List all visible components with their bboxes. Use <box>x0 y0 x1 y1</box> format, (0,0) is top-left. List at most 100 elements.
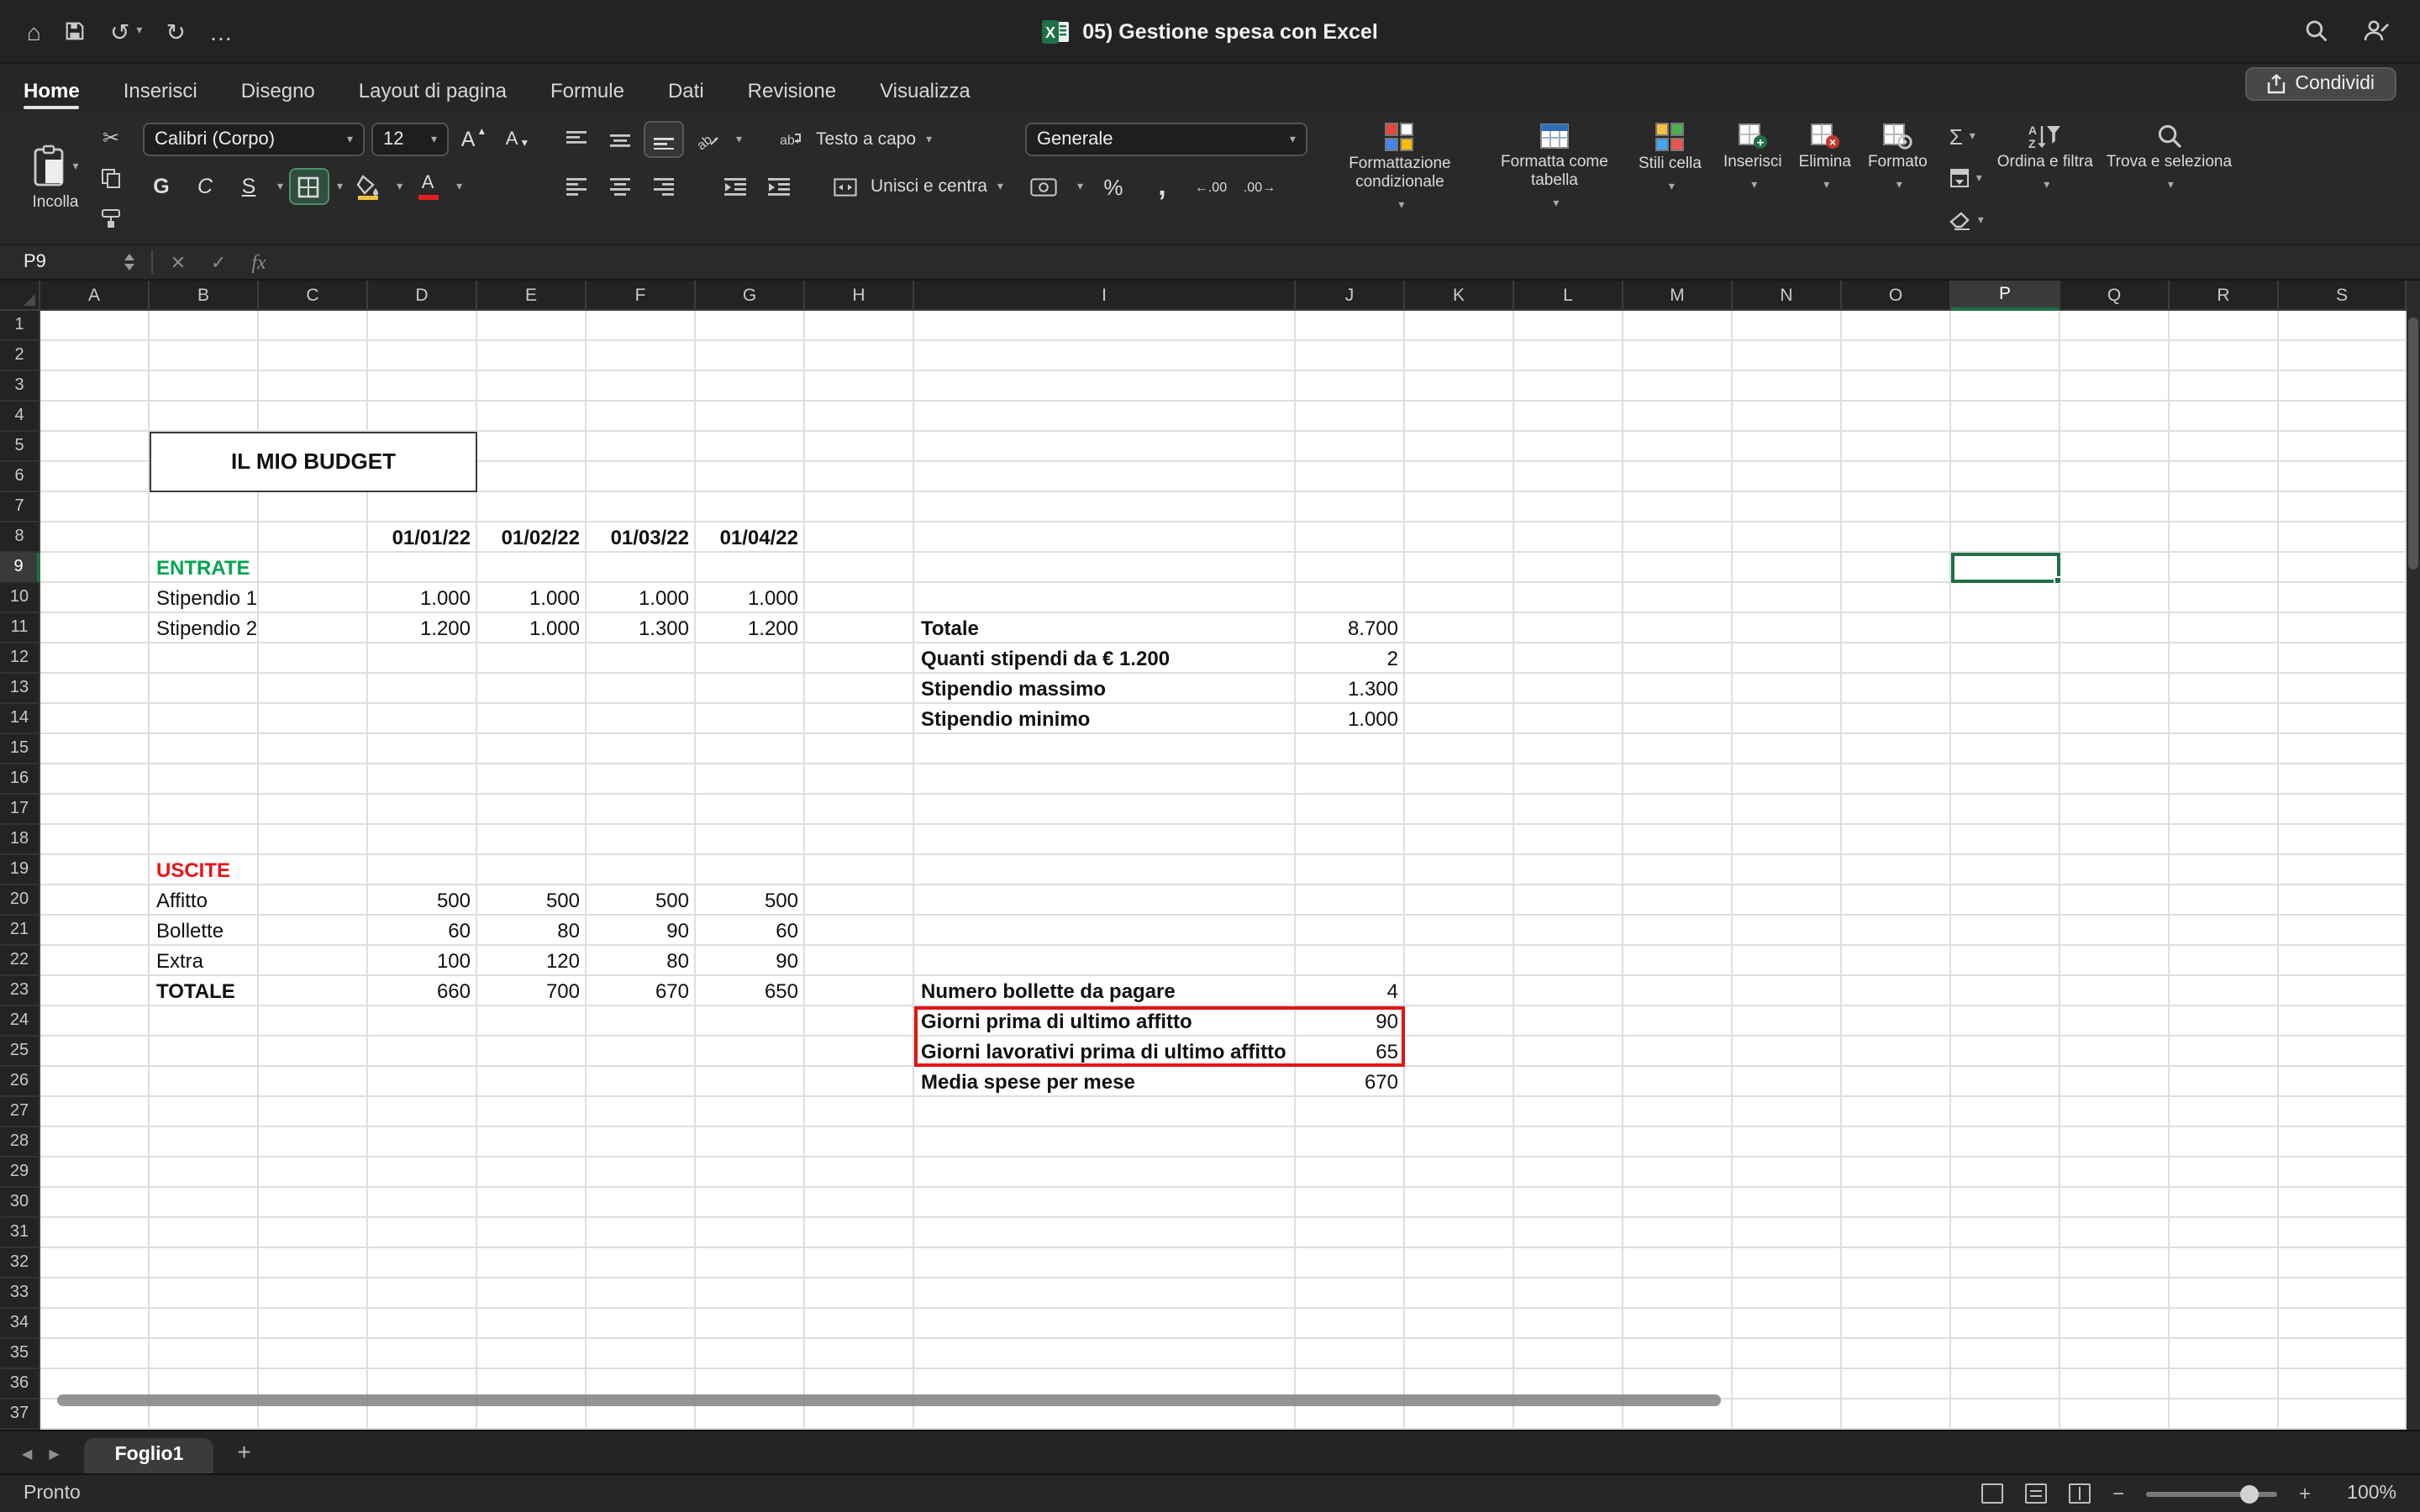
confirm-entry-button[interactable]: ✓ <box>203 251 234 273</box>
underline-button[interactable]: S <box>230 170 267 203</box>
cell-E21[interactable]: 80 <box>477 916 587 946</box>
cell-B20[interactable]: Affitto <box>150 885 259 916</box>
save-icon[interactable] <box>65 20 87 42</box>
wrap-text-icon[interactable]: ab <box>772 123 809 156</box>
copy-button[interactable] <box>101 163 121 193</box>
column-header-P[interactable]: P <box>1951 281 2060 311</box>
cell-G11[interactable]: 1.200 <box>696 613 805 643</box>
underline-caret-icon[interactable]: ▾ <box>277 180 283 193</box>
column-header-A[interactable]: A <box>40 281 150 311</box>
zoom-slider[interactable] <box>2146 1491 2277 1496</box>
column-header-D[interactable]: D <box>368 281 477 311</box>
normal-view-icon[interactable] <box>1981 1483 2003 1504</box>
paste-button[interactable]: ▾ Incolla <box>17 119 94 237</box>
page-break-view-icon[interactable] <box>2069 1483 2091 1504</box>
formula-input[interactable] <box>284 249 2407 276</box>
currency-button[interactable] <box>1025 170 1062 203</box>
row-header-23[interactable]: 23 <box>0 976 40 1006</box>
cell-G21[interactable]: 60 <box>696 916 805 946</box>
zoom-slider-knob[interactable] <box>2240 1484 2259 1503</box>
row-header-10[interactable]: 10 <box>0 583 40 613</box>
cut-button[interactable]: ✂ <box>101 123 121 153</box>
tab-disegno[interactable]: Disegno <box>241 79 315 111</box>
row-header-20[interactable]: 20 <box>0 885 40 916</box>
cell-B11[interactable]: Stipendio 2 <box>150 613 259 643</box>
cell-B23[interactable]: TOTALE <box>150 976 259 1006</box>
row-header-33[interactable]: 33 <box>0 1278 40 1309</box>
cell-G23[interactable]: 650 <box>696 976 805 1006</box>
cell-E20[interactable]: 500 <box>477 885 587 916</box>
horizontal-scrollbar[interactable] <box>57 1394 1721 1406</box>
row-header-13[interactable]: 13 <box>0 674 40 704</box>
column-header-M[interactable]: M <box>1623 281 1733 311</box>
column-header-G[interactable]: G <box>696 281 805 311</box>
wrap-text-label[interactable]: Testo a capo <box>816 129 916 150</box>
zoom-in-icon[interactable]: + <box>2299 1482 2311 1505</box>
row-header-15[interactable]: 15 <box>0 734 40 764</box>
borders-caret-icon[interactable]: ▾ <box>337 180 343 193</box>
tab-layout-di-pagina[interactable]: Layout di pagina <box>359 79 507 111</box>
format-as-table-button[interactable]: Formatta come tabella ▾ <box>1484 119 1625 237</box>
cell-I14[interactable]: Stipendio minimo <box>914 704 1296 734</box>
increase-font-size-button[interactable]: A▲ <box>455 123 492 156</box>
font-size-select[interactable]: 12 ▾ <box>371 123 449 156</box>
add-sheet-button[interactable]: + <box>213 1438 271 1473</box>
column-header-F[interactable]: F <box>587 281 696 311</box>
page-layout-view-icon[interactable] <box>2025 1483 2047 1504</box>
search-icon[interactable] <box>2304 18 2329 44</box>
cell-J24[interactable]: 90 <box>1296 1006 1405 1037</box>
row-header-4[interactable]: 4 <box>0 402 40 432</box>
cell-J26[interactable]: 670 <box>1296 1067 1405 1097</box>
currency-caret-icon[interactable]: ▾ <box>1077 180 1083 193</box>
row-header-35[interactable]: 35 <box>0 1339 40 1369</box>
share-button[interactable]: Condividi <box>2244 67 2396 101</box>
cell-F23[interactable]: 670 <box>587 976 696 1006</box>
cell-I25[interactable]: Giorni lavorativi prima di ultimo affitt… <box>914 1037 1296 1067</box>
undo-caret-icon[interactable]: ▾ <box>136 25 142 37</box>
tab-inserisci[interactable]: Inserisci <box>124 79 197 111</box>
row-header-7[interactable]: 7 <box>0 492 40 522</box>
column-header-I[interactable]: I <box>914 281 1296 311</box>
column-header-H[interactable]: H <box>805 281 914 311</box>
cell-B10[interactable]: Stipendio 1 <box>150 583 259 613</box>
cell-I13[interactable]: Stipendio massimo <box>914 674 1296 704</box>
row-header-30[interactable]: 30 <box>0 1188 40 1218</box>
cell-G20[interactable]: 500 <box>696 885 805 916</box>
align-middle-button[interactable] <box>602 123 639 156</box>
column-header-J[interactable]: J <box>1296 281 1405 311</box>
cell-B22[interactable]: Extra <box>150 946 259 976</box>
redo-button[interactable]: ↻ <box>166 19 185 43</box>
vertical-scrollbar[interactable] <box>2407 281 2420 1430</box>
fill-color-button[interactable] <box>350 170 387 203</box>
row-header-24[interactable]: 24 <box>0 1006 40 1037</box>
column-header-L[interactable]: L <box>1514 281 1623 311</box>
clear-button[interactable]: ▾ <box>1949 205 1984 235</box>
cell-G8[interactable]: 01/04/22 <box>696 522 805 553</box>
row-header-21[interactable]: 21 <box>0 916 40 946</box>
italic-button[interactable]: C <box>187 170 224 203</box>
cell-G10[interactable]: 1.000 <box>696 583 805 613</box>
cell-I23[interactable]: Numero bollette da pagare <box>914 976 1296 1006</box>
column-header-N[interactable]: N <box>1733 281 1842 311</box>
select-all-corner[interactable] <box>0 281 40 311</box>
name-box-stepper[interactable] <box>124 254 134 270</box>
increase-decimal-button[interactable]: ←.00 <box>1192 170 1229 203</box>
autosum-button[interactable]: Σ▾ <box>1949 121 1984 151</box>
orientation-caret-icon[interactable]: ▾ <box>736 133 742 146</box>
row-header-27[interactable]: 27 <box>0 1097 40 1127</box>
row-header-34[interactable]: 34 <box>0 1309 40 1339</box>
format-painter-button[interactable] <box>101 203 121 234</box>
cell-D22[interactable]: 100 <box>368 946 477 976</box>
row-header-5[interactable]: 5 <box>0 432 40 462</box>
cell-J12[interactable]: 2 <box>1296 643 1405 674</box>
zoom-level-label[interactable]: 100% <box>2333 1483 2396 1504</box>
decrease-indent-button[interactable] <box>716 170 753 203</box>
row-header-8[interactable]: 8 <box>0 522 40 553</box>
cell-grid[interactable]: IL MIO BUDGET01/01/2201/02/2201/03/2201/… <box>40 311 2407 1430</box>
cell-J14[interactable]: 1.000 <box>1296 704 1405 734</box>
fill-button[interactable]: ▾ <box>1949 163 1984 193</box>
tab-visualizza[interactable]: Visualizza <box>880 79 971 111</box>
insert-cells-button[interactable]: + Inserisci ▾ <box>1723 119 1782 237</box>
wrap-text-caret-icon[interactable]: ▾ <box>926 133 932 146</box>
cell-D23[interactable]: 660 <box>368 976 477 1006</box>
